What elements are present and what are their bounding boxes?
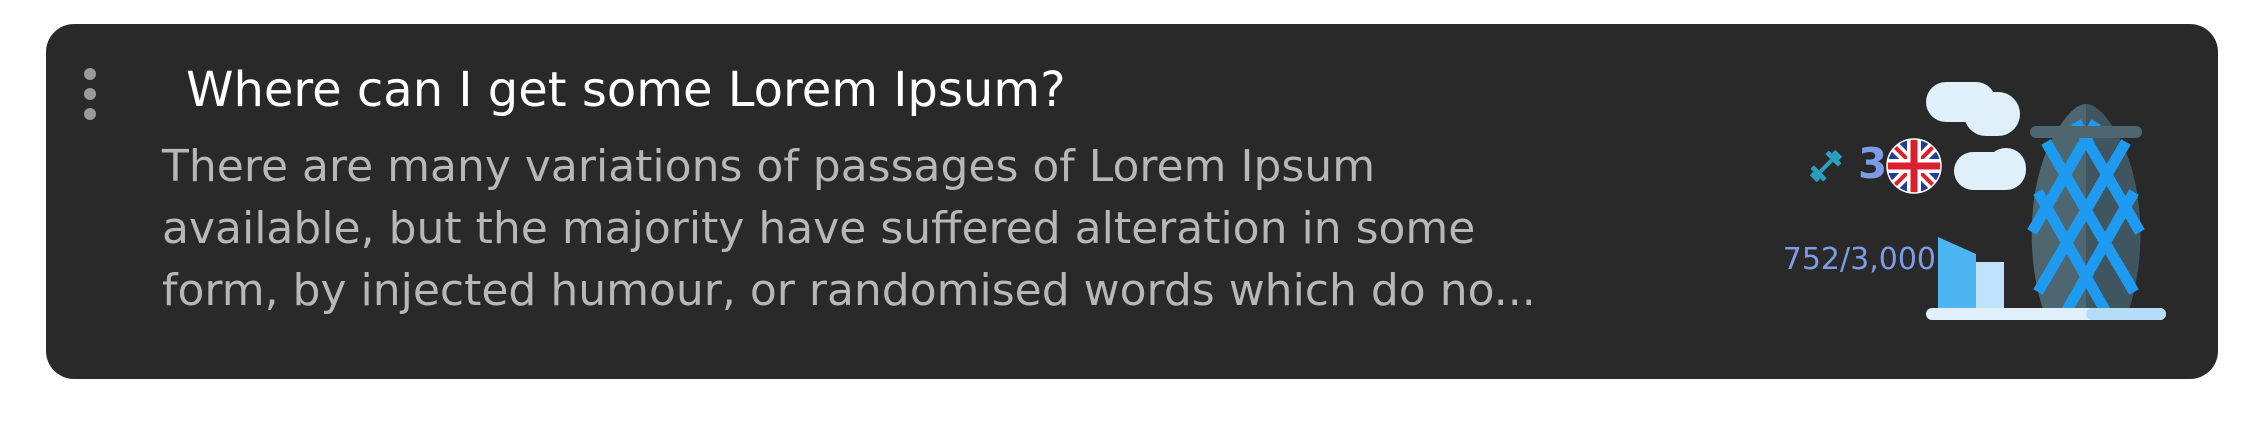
- progress-count: 752/3,000: [1782, 242, 1936, 277]
- more-options-icon-dot: [84, 88, 96, 100]
- card-title: Where can I get some Lorem Ipsum?: [186, 62, 1066, 118]
- lesson-card[interactable]: Where can I get some Lorem Ipsum? There …: [46, 24, 2218, 379]
- tower-icon: [2027, 104, 2145, 315]
- level-value: 3: [1858, 139, 1888, 188]
- cloud-icon: [1926, 82, 2026, 190]
- city-skyscraper-illustration: [1926, 82, 2166, 320]
- low-building-icon: [1938, 237, 2004, 312]
- level-row: 3: [1806, 136, 1942, 194]
- card-meta: 3 752/3,000: [1756, 136, 1942, 286]
- more-options-icon: [84, 68, 96, 80]
- card-description: There are many variations of passages of…: [162, 141, 1536, 316]
- more-options-button[interactable]: [68, 64, 112, 124]
- more-options-icon-dot: [84, 108, 96, 120]
- dumbbell-icon: [1810, 150, 1842, 182]
